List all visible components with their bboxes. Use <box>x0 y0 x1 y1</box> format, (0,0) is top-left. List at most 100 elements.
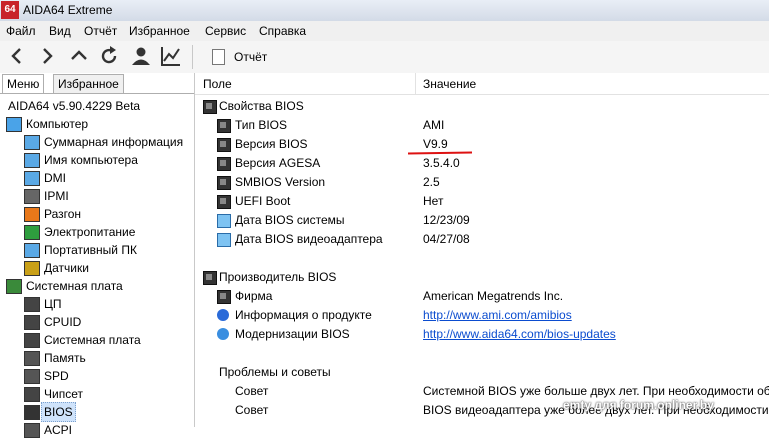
bios-icon <box>24 405 40 420</box>
value-link[interactable]: http://www.ami.com/amibios <box>423 306 572 324</box>
detail-row[interactable]: Версия AGESA 3.5.4.0 <box>195 154 769 172</box>
back-arrow-icon[interactable] <box>6 45 28 67</box>
tree-item-label: BIOS <box>41 402 76 422</box>
chipset-icon <box>24 387 40 402</box>
field-value: AMI <box>423 118 445 132</box>
field-label: Версия BIOS <box>235 137 308 151</box>
watermark: emty для forum.onliner.by <box>563 398 714 412</box>
tree-item-label: Системная плата <box>26 279 123 293</box>
menu-service[interactable]: Сервис <box>205 24 246 38</box>
chip-icon <box>217 290 231 304</box>
window-title: AIDA64 Extreme <box>23 3 113 17</box>
sensor-icon <box>24 261 40 276</box>
details-pane: Поле Значение Свойства BIOS Тип BIOS AMI Ве… <box>195 73 769 427</box>
app-logo-icon: 64 <box>1 1 19 19</box>
field-label: Версия AGESA <box>235 156 321 170</box>
report-icon[interactable] <box>212 49 225 65</box>
column-header: Поле Значение <box>195 73 769 95</box>
field-label: UEFI Boot <box>235 194 291 208</box>
field-value: 12/23/09 <box>423 213 470 227</box>
value-link[interactable]: http://www.aida64.com/bios-updates <box>423 325 616 343</box>
motherboard-icon <box>6 279 22 294</box>
detail-row[interactable]: Дата BIOS системы 12/23/09 <box>195 211 769 229</box>
column-separator[interactable] <box>415 73 416 94</box>
detail-row[interactable]: SMBIOS Version 2.5 <box>195 173 769 191</box>
section-title: Проблемы и советы <box>219 365 331 379</box>
field-label: Модернизации BIOS <box>235 327 350 341</box>
tree-item-label: Электропитание <box>44 225 136 239</box>
column-value-header[interactable]: Значение <box>423 77 476 91</box>
field-label: Дата BIOS видеоадаптера <box>235 232 383 246</box>
tree-item-label: SPD <box>44 369 69 383</box>
tree-item-label: Разгон <box>44 207 82 221</box>
overclock-flame-icon <box>24 207 40 222</box>
info-icon <box>217 309 229 321</box>
tab-menu[interactable]: Меню <box>2 74 45 94</box>
field-value: 2.5 <box>423 175 440 189</box>
detail-row[interactable]: Дата BIOS видеоадаптера 04/27/08 <box>195 230 769 248</box>
chip-icon <box>217 138 231 152</box>
memory-icon <box>24 351 40 366</box>
tree-item-label: Память <box>44 351 86 365</box>
summary-icon <box>24 135 40 150</box>
field-value: 04/27/08 <box>423 232 470 246</box>
tab-favorites[interactable]: Избранное <box>53 74 124 93</box>
menu-report[interactable]: Отчёт <box>84 24 117 38</box>
user-icon[interactable] <box>130 45 152 67</box>
tree-item-label: Датчики <box>44 261 89 275</box>
detail-row[interactable]: Версия BIOS V9.9 <box>195 135 769 153</box>
forward-arrow-icon[interactable] <box>36 45 58 67</box>
section-title: Производитель BIOS <box>219 270 337 284</box>
dmi-icon <box>24 171 40 186</box>
tree-item-label: Системная плата <box>44 333 141 347</box>
cpu-icon <box>24 297 40 312</box>
toolbar-separator <box>192 45 193 69</box>
up-arrow-icon[interactable] <box>68 45 90 67</box>
board-icon <box>24 333 40 348</box>
detail-row[interactable]: Тип BIOS AMI <box>195 116 769 134</box>
chip-icon <box>203 271 217 285</box>
computer-name-icon <box>24 153 40 168</box>
chip-icon <box>217 195 231 209</box>
chart-icon[interactable] <box>160 45 182 67</box>
field-value: V9.9 <box>423 137 448 151</box>
tree-item-label: Портативный ПК <box>44 243 137 257</box>
chip-icon <box>203 100 217 114</box>
navigation-pane: Меню Избранное AIDA64 v5.90.4229 Beta Ко… <box>0 73 195 438</box>
tree-item-label: IPMI <box>44 189 69 203</box>
report-button-label[interactable]: Отчёт <box>234 50 267 64</box>
acpi-icon <box>24 423 40 438</box>
detail-row[interactable]: Информация о продукте http://www.ami.com/… <box>195 306 769 324</box>
tree-item-label: ACPI <box>44 423 73 437</box>
tree-item-label: ЦП <box>44 297 62 311</box>
field-value: Нет <box>423 194 444 208</box>
menu-help[interactable]: Справка <box>259 24 306 38</box>
monitor-icon <box>217 214 231 228</box>
toolbar: Отчёт <box>0 41 769 74</box>
field-value: 3.5.4.0 <box>423 156 460 170</box>
detail-row[interactable]: Модернизации BIOS http://www.aida64.com/b… <box>195 325 769 343</box>
menu-favorites[interactable]: Избранное <box>129 24 190 38</box>
computer-icon <box>6 117 22 132</box>
detail-row[interactable]: UEFI Boot Нет <box>195 192 769 210</box>
laptop-icon <box>24 243 40 258</box>
tree-item-label: Имя компьютера <box>44 153 138 167</box>
update-icon <box>217 328 229 340</box>
detail-row[interactable]: Фирма American Megatrends Inc. <box>195 287 769 305</box>
spd-icon <box>24 369 40 384</box>
field-label: SMBIOS Version <box>235 175 326 189</box>
field-label: Совет <box>235 384 269 398</box>
menu-view[interactable]: Вид <box>49 24 71 38</box>
tree-item-label: CPUID <box>44 315 82 329</box>
menu-file[interactable]: Файл <box>6 24 36 38</box>
tree-item-label: Компьютер <box>26 117 89 131</box>
tree-item-label: DMI <box>44 171 66 185</box>
column-field-header[interactable]: Поле <box>203 77 232 91</box>
refresh-icon[interactable] <box>98 45 120 67</box>
chip-icon <box>217 119 231 133</box>
title-bar: 64 AIDA64 Extreme <box>0 0 769 22</box>
menu-bar: Файл Вид Отчёт Избранное Сервис Справка <box>0 21 769 41</box>
power-icon <box>24 225 40 240</box>
chip-icon <box>217 157 231 171</box>
field-label: Совет <box>235 403 269 417</box>
